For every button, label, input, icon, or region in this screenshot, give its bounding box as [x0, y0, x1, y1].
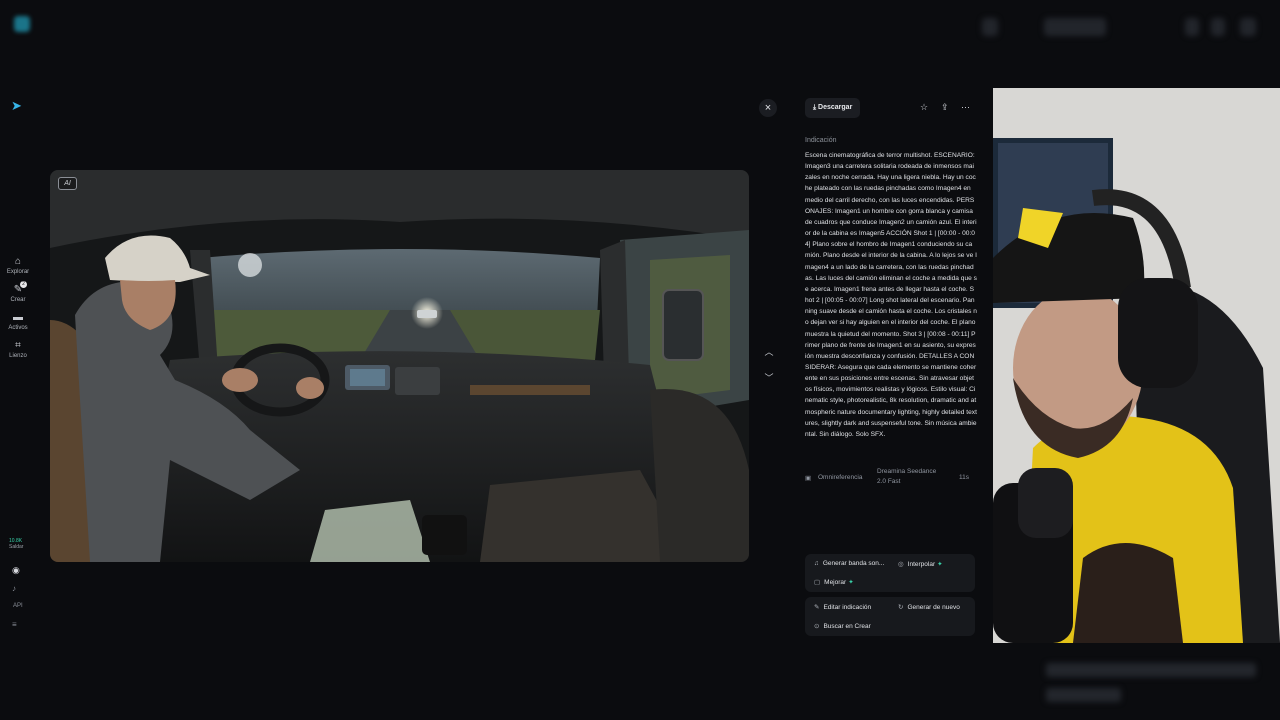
action-label: Interpolar: [907, 561, 936, 568]
app-logo: [14, 16, 30, 32]
webcam-overlay: [993, 88, 1280, 643]
brand-logo-icon[interactable]: ➤: [11, 98, 22, 114]
avatar[interactable]: ◉: [12, 565, 20, 576]
rail-item-label: Activos: [8, 325, 28, 331]
search-icon: ⊙: [814, 623, 820, 630]
prompt-text: Escena cinematográfica de terror multish…: [805, 152, 977, 438]
menu-icon[interactable]: ≡: [12, 620, 17, 629]
omnireference-icon: ▣: [805, 475, 812, 482]
interpolate-icon: ◎: [898, 561, 904, 568]
download-label: Descargar: [818, 104, 853, 111]
rail-item-label: Lienzo: [9, 353, 27, 359]
blurred-content: [1046, 663, 1256, 677]
ai-actions-group: ♫ Generar banda son... ◎ Interpolar ✦ ▢ Mejo…: [805, 554, 975, 592]
rail-item-create[interactable]: ✎ 2 Crear: [0, 281, 36, 303]
blurred-icon: [1211, 18, 1225, 36]
search-in-create-button[interactable]: ⊙ Buscar en Crear: [814, 622, 871, 630]
meta-model: Dreamina Seedance: [877, 468, 937, 475]
refresh-icon: ↻: [898, 604, 904, 611]
music-icon: ♫: [814, 560, 819, 567]
share-icon[interactable]: ⇪: [941, 102, 949, 113]
rail-item-label: Explorar: [6, 269, 30, 275]
meta-duration: 11s: [959, 474, 969, 481]
interpolate-button[interactable]: ◎ Interpolar ✦: [898, 560, 943, 568]
blurred-icon: [1240, 18, 1256, 36]
rail-item-assets[interactable]: ▬ Activos: [0, 312, 36, 331]
rail-item-canvas[interactable]: ⌗ Lienzo: [0, 340, 36, 359]
prompt-label: Indicación: [805, 137, 837, 144]
canvas-icon: ⌗: [15, 340, 21, 351]
regenerate-button[interactable]: ↻ Generar de nuevo: [898, 603, 960, 611]
rail-item-label: Crear: [10, 297, 26, 303]
ai-badge: AI: [58, 177, 77, 190]
home-icon: ⌂: [14, 256, 22, 267]
meta-mode: Omnireferencia: [818, 474, 863, 481]
api-link[interactable]: API: [13, 603, 23, 609]
folder-icon: ▬: [13, 312, 23, 323]
action-label: Mejorar: [824, 579, 847, 586]
blurred-icon: [1185, 18, 1199, 36]
edit-icon: ✎: [814, 604, 820, 611]
sparkle-icon: ✦: [848, 579, 854, 586]
video-preview[interactable]: [50, 170, 749, 562]
edit-prompt-button[interactable]: ✎ Editar indicación: [814, 603, 871, 611]
download-button[interactable]: ⤓ Descargar: [805, 98, 861, 118]
enhance-button[interactable]: ▢ Mejorar ✦: [814, 578, 854, 586]
action-label: Editar indicación: [823, 604, 872, 611]
meta-model-version: 2.0 Fast: [877, 478, 901, 485]
blurred-icon: [982, 18, 998, 36]
rail-item-explore[interactable]: ⌂ Explorar: [0, 256, 36, 275]
bell-icon[interactable]: ♪: [12, 584, 16, 593]
generate-soundtrack-button[interactable]: ♫ Generar banda son...: [814, 560, 884, 567]
notification-badge: 2: [20, 281, 27, 288]
left-rail: ➤ ⌂ Explorar ✎ 2 Crear ▬ Activos ⌗ Lienz…: [0, 88, 36, 720]
truck-cabin-image: [50, 170, 749, 562]
enhance-icon: ▢: [814, 579, 821, 586]
more-icon[interactable]: ⋯: [961, 102, 970, 113]
credits-balance[interactable]: 10.8K Saldar: [9, 538, 23, 550]
edit-actions-group: ✎ Editar indicación ↻ Generar de nuevo ⊙ Bu…: [805, 597, 975, 636]
previous-button[interactable]: ︿: [762, 345, 776, 359]
blurred-title: [1044, 18, 1106, 36]
star-icon[interactable]: ☆: [920, 102, 928, 113]
action-label: Generar de nuevo: [907, 604, 960, 611]
create-icon: ✎: [13, 284, 23, 295]
action-label: Generar banda son...: [822, 560, 885, 567]
action-label: Buscar en Crear: [823, 623, 871, 630]
blurred-content: [1046, 688, 1121, 702]
sparkle-icon: ✦: [937, 561, 943, 568]
credits-label: Saldar: [9, 544, 24, 550]
next-button[interactable]: ﹀: [762, 371, 776, 385]
close-button[interactable]: ×: [759, 99, 777, 117]
streamer-webcam-image: [993, 88, 1280, 643]
